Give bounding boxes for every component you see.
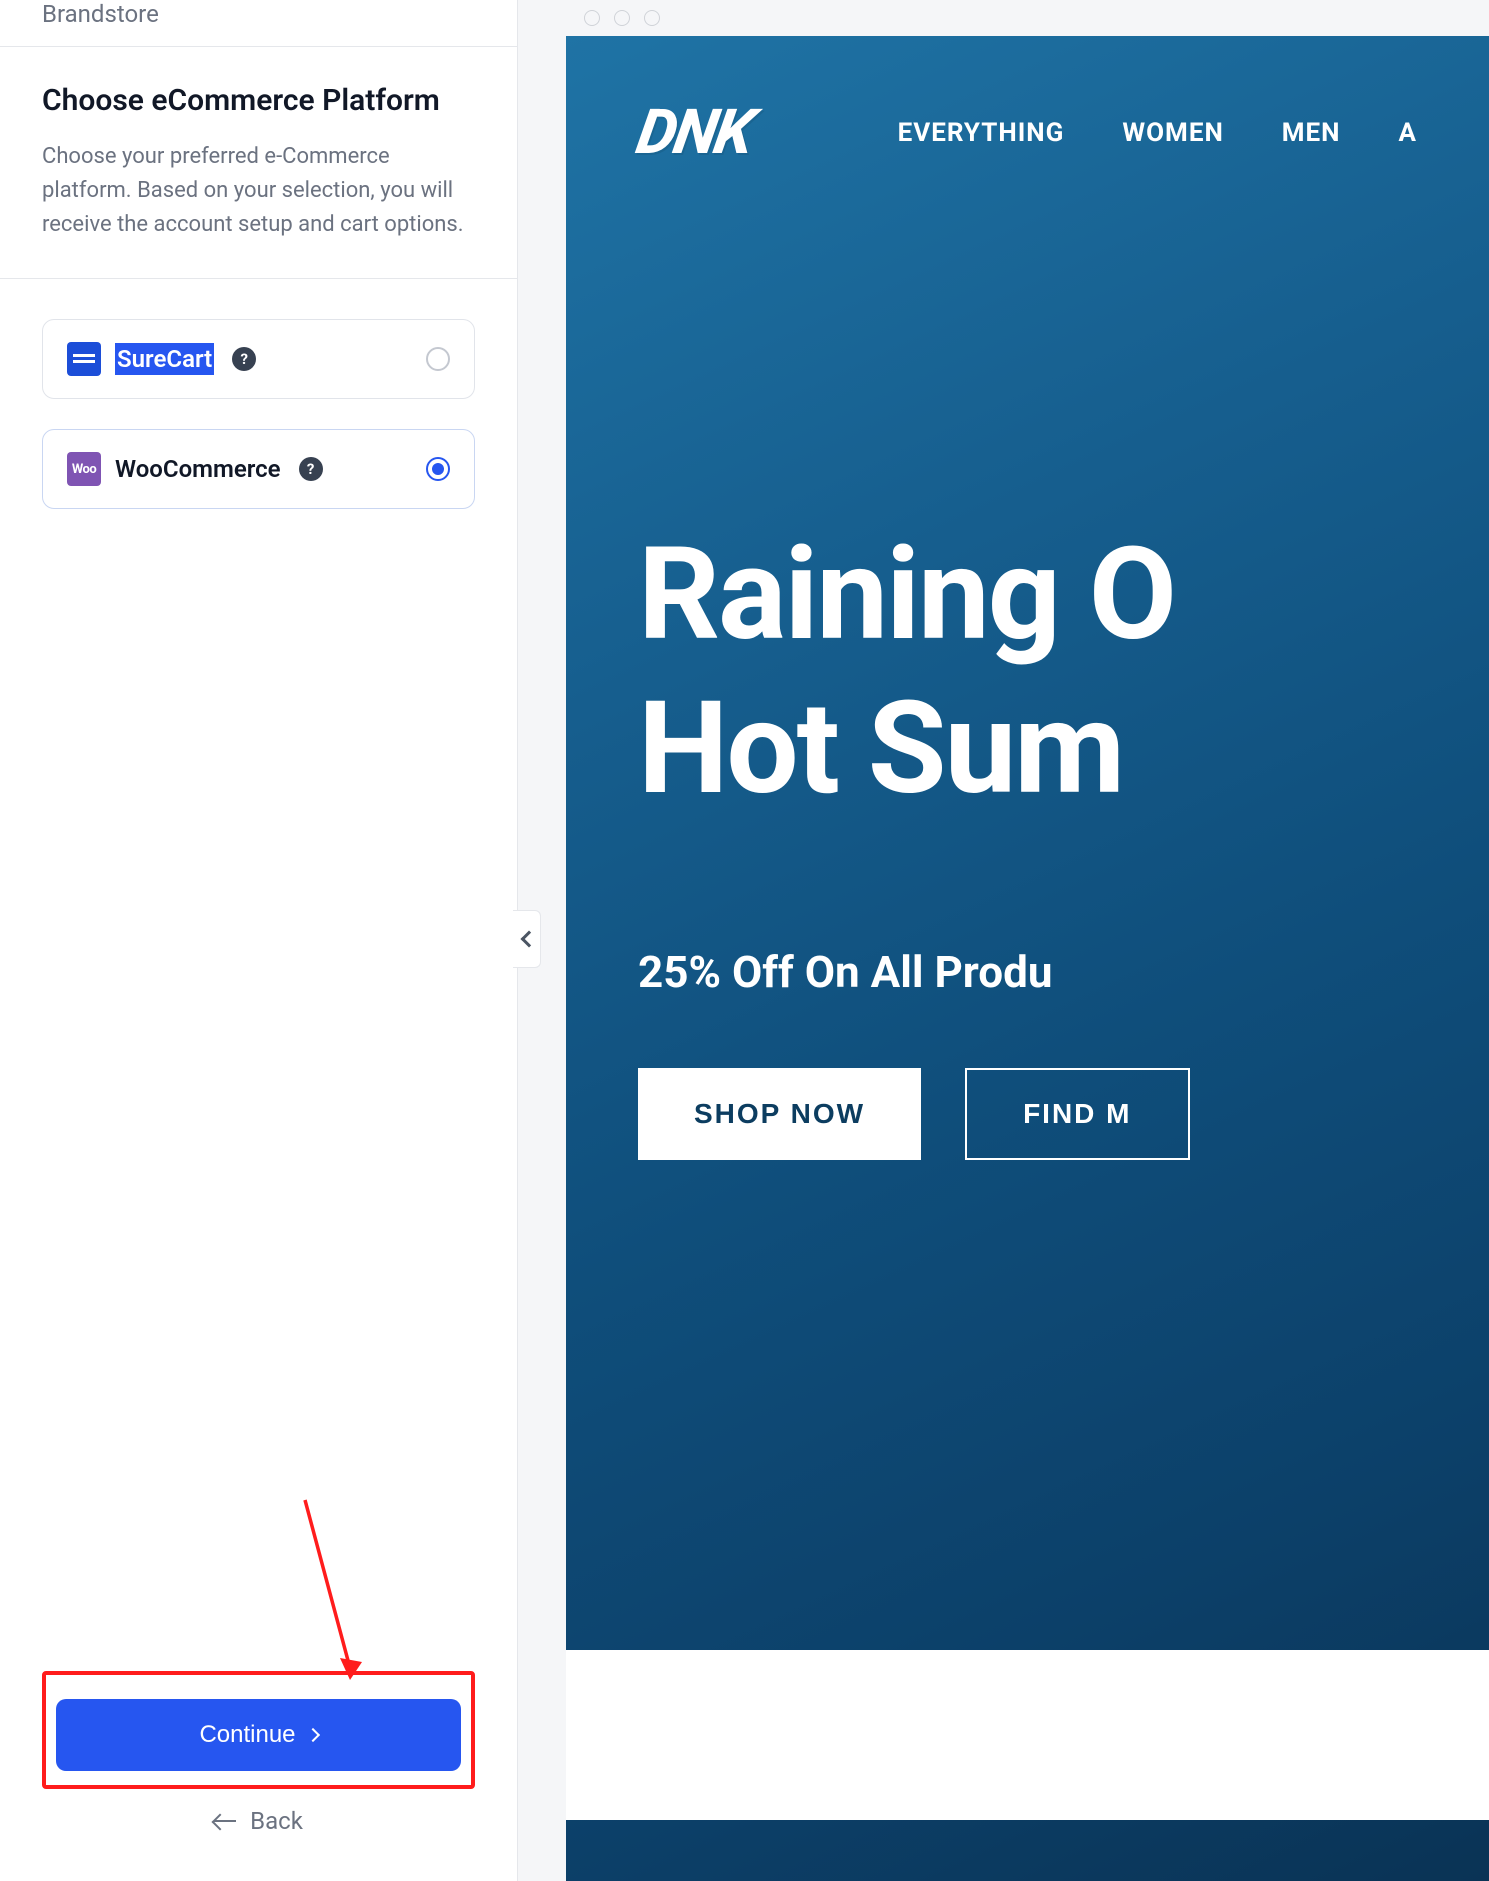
site-header: DNK EVERYTHING WOMEN MEN A <box>566 36 1489 199</box>
surecart-icon <box>67 342 101 376</box>
preview-next-section <box>566 1650 1489 1820</box>
chevron-left-icon <box>520 931 537 948</box>
hero: Raining O Hot Sum 25% Off On All Produ S… <box>566 199 1489 1160</box>
nav-item-partial[interactable]: A <box>1399 118 1417 148</box>
section-description: Choose your preferred e-Commerce platfor… <box>42 140 475 242</box>
breadcrumb: Brandstore <box>0 0 517 46</box>
annotation-highlight: Continue <box>42 1671 475 1789</box>
window-dot-icon <box>644 10 660 26</box>
collapse-sidebar-button[interactable] <box>513 910 541 968</box>
hero-buttons: SHOP NOW FIND M <box>638 1068 1489 1160</box>
back-label: Back <box>250 1807 303 1835</box>
window-controls <box>566 0 1489 36</box>
window-dot-icon <box>584 10 600 26</box>
option-label: SureCart <box>115 343 214 375</box>
brand-logo[interactable]: DNK <box>638 96 752 169</box>
nav-item-women[interactable]: WOMEN <box>1122 118 1223 148</box>
site-preview: DNK EVERYTHING WOMEN MEN A Raining O Hot… <box>566 36 1489 1881</box>
setup-sidebar: Brandstore Choose eCommerce Platform Cho… <box>0 0 518 1881</box>
sidebar-footer: Continue Back <box>0 1641 517 1881</box>
woocommerce-icon: Woo <box>67 452 101 486</box>
section-title: Choose eCommerce Platform <box>42 83 475 118</box>
nav-item-men[interactable]: MEN <box>1282 118 1341 148</box>
help-icon[interactable]: ? <box>299 457 323 481</box>
primary-nav: EVERYTHING WOMEN MEN A <box>898 118 1417 148</box>
radio-unchecked-icon[interactable] <box>426 347 450 371</box>
arrow-left-icon <box>214 1820 236 1822</box>
help-icon[interactable]: ? <box>232 347 256 371</box>
hero-title: Raining O Hot Sum <box>638 519 1489 826</box>
continue-button[interactable]: Continue <box>56 1699 461 1771</box>
section-header: Choose eCommerce Platform Choose your pr… <box>0 47 517 278</box>
platform-options: SureCart ? Woo WooCommerce ? <box>0 279 517 551</box>
option-woocommerce[interactable]: Woo WooCommerce ? <box>42 429 475 509</box>
preview-pane: DNK EVERYTHING WOMEN MEN A Raining O Hot… <box>518 0 1489 1881</box>
option-label: WooCommerce <box>115 455 281 483</box>
window-dot-icon <box>614 10 630 26</box>
nav-item-everything[interactable]: EVERYTHING <box>898 118 1065 148</box>
back-button[interactable]: Back <box>42 1807 475 1835</box>
radio-checked-icon[interactable] <box>426 457 450 481</box>
continue-label: Continue <box>199 1721 295 1749</box>
shop-now-button[interactable]: SHOP NOW <box>638 1068 921 1160</box>
hero-subtitle: 25% Off On All Produ <box>638 946 1489 998</box>
option-surecart[interactable]: SureCart ? <box>42 319 475 399</box>
chevron-right-icon <box>305 1728 319 1742</box>
find-more-button[interactable]: FIND M <box>965 1068 1189 1160</box>
